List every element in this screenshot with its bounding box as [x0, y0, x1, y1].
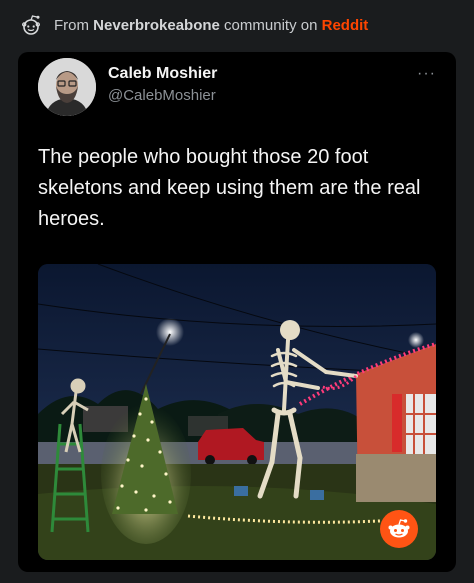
community-link[interactable]: Neverbrokeabone	[93, 17, 220, 34]
author-handle[interactable]: @CalebMoshier	[108, 87, 216, 104]
community-suffix: community on	[219, 16, 322, 34]
reddit-link[interactable]: Reddit	[322, 17, 369, 34]
tweet-text: The people who bought those 20 foot skel…	[38, 146, 421, 230]
from-prefix: From	[54, 16, 94, 34]
tweet-photo[interactable]	[38, 264, 436, 560]
source-attribution: From Neverbrokeabone community on Reddit	[54, 17, 368, 34]
avatar-portrait	[38, 58, 96, 116]
source-bar: From Neverbrokeabone community on Reddit	[0, 0, 474, 50]
reddit-snoo-icon	[388, 519, 410, 538]
reddit-logo-icon	[21, 15, 40, 35]
more-options-icon[interactable]: ···	[417, 65, 436, 83]
avatar[interactable]	[38, 58, 96, 116]
tweet-card: Caleb Moshier @CalebMoshier ··· The peop…	[18, 52, 456, 572]
skeleton-yard-photo	[38, 264, 436, 560]
author-name[interactable]: Caleb Moshier	[108, 65, 217, 83]
reddit-badge-icon[interactable]	[380, 510, 418, 548]
